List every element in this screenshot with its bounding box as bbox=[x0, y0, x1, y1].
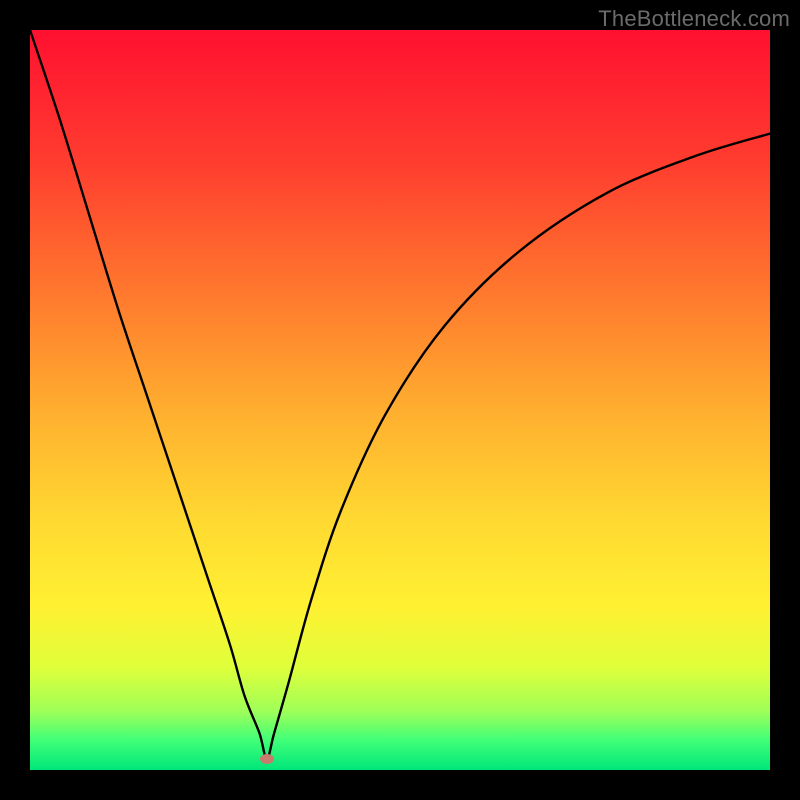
optimum-marker bbox=[260, 754, 274, 764]
curve-svg bbox=[30, 30, 770, 770]
chart-frame: TheBottleneck.com bbox=[0, 0, 800, 800]
plot-area bbox=[30, 30, 770, 770]
watermark-text: TheBottleneck.com bbox=[598, 6, 790, 32]
bottleneck-curve-path bbox=[30, 30, 770, 759]
